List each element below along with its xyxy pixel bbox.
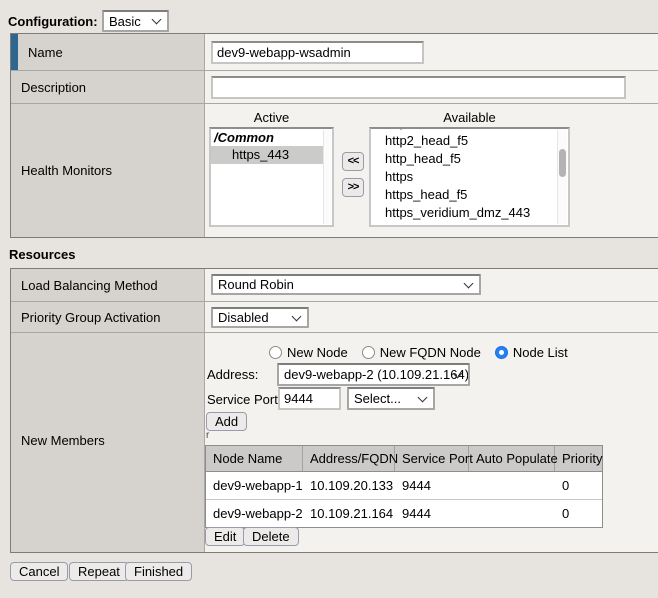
resources-section-title: Resources [9,247,75,262]
move-to-active-button[interactable]: << [342,152,364,171]
cell-node-name: dev9-webapp-2 [206,500,303,527]
cancel-button[interactable]: Cancel [10,562,68,581]
cell-auto-populate [469,472,555,499]
header-node-name: Node Name [206,446,303,471]
members-table-header-row: Node Name Address/FQDN Service Port Auto… [206,446,602,472]
configuration-label: Configuration: [8,14,98,29]
member-row[interactable]: dev9-webapp-1 10.109.20.133 9444 0 [206,472,602,500]
available-monitor-item[interactable]: http2_head_f5 [371,132,568,150]
configuration-select-value: Basic [109,14,141,29]
service-port-label: Service Port: [207,392,281,407]
health-monitors-label: Health Monitors [21,163,112,178]
new-node-radio-label: New Node [287,345,348,360]
priority-group-value-cell: Disabled [205,302,658,332]
name-row-label-cell: Name [11,34,205,70]
name-row: Name [11,34,658,71]
new-node-radio[interactable] [269,346,282,359]
cell-auto-populate [469,500,555,527]
available-monitor-item[interactable]: https [371,168,568,186]
scrollbar-thumb[interactable] [559,149,566,177]
configuration-select[interactable]: Basic [102,10,169,32]
load-balancing-select-value: Round Robin [218,277,294,292]
name-label: Name [28,45,63,60]
service-port-select-value: Select... [354,391,401,406]
description-input[interactable] [211,76,626,99]
new-members-label: New Members [21,433,105,448]
address-select-value: dev9-webapp-2 (10.109.21.164) [284,367,469,382]
active-listbox-scrollbar[interactable] [323,130,331,224]
health-monitors-row-value-cell: Active Available /Common https_443 << >>… [205,104,658,237]
new-members-row: New Members New Node New FQDN Node Node … [11,333,658,552]
cell-node-name: dev9-webapp-1 [206,472,303,499]
address-select[interactable]: dev9-webapp-2 (10.109.21.164) [277,363,470,386]
load-balancing-label-cell: Load Balancing Method [11,269,205,301]
resources-table: Load Balancing Method Round Robin Priori… [10,268,658,553]
chevron-down-icon [464,278,474,288]
priority-group-label-cell: Priority Group Activation [11,302,205,332]
repeat-button[interactable]: Repeat [69,562,129,581]
available-monitor-item[interactable]: https_head_f5 [371,186,568,204]
priority-group-row: Priority Group Activation Disabled [11,302,658,333]
cell-address: 10.109.21.164 [303,500,395,527]
new-fqdn-node-radio[interactable] [362,346,375,359]
members-table: Node Name Address/FQDN Service Port Auto… [205,445,603,528]
chevron-down-icon [292,311,302,321]
priority-group-select-value: Disabled [218,310,269,325]
header-address-fqdn: Address/FQDN [303,446,395,471]
active-monitor-item[interactable]: https_443 [211,146,324,164]
edit-member-button[interactable]: Edit [205,527,245,546]
load-balancing-label: Load Balancing Method [21,278,158,293]
priority-group-select[interactable]: Disabled [211,307,309,328]
name-input[interactable] [211,41,424,64]
chevron-down-icon [152,15,162,25]
member-type-radio-group: New Node New FQDN Node Node List [269,345,568,360]
description-label: Description [21,80,86,95]
available-listbox-scrollbar[interactable] [557,130,567,224]
priority-group-label: Priority Group Activation [21,310,160,325]
header-service-port: Service Port [395,446,469,471]
member-row[interactable]: dev9-webapp-2 10.109.21.164 9444 0 [206,500,602,527]
cell-service-port: 9444 [395,500,469,527]
load-balancing-value-cell: Round Robin [205,269,658,301]
node-list-radio[interactable] [495,346,508,359]
active-monitors-listbox[interactable]: /Common https_443 [209,127,334,227]
available-monitors-listbox[interactable]: http http2_head_f5 http_head_f5 https ht… [369,127,570,227]
address-label: Address: [207,367,258,382]
add-member-button[interactable]: Add [206,412,247,431]
move-to-available-button[interactable]: >> [342,178,364,197]
cell-priority: 0 [555,500,602,527]
cell-priority: 0 [555,472,602,499]
new-members-value-cell: New Node New FQDN Node Node List Address… [205,333,658,552]
service-port-input[interactable] [278,387,341,410]
finished-button[interactable]: Finished [125,562,192,581]
health-monitors-row-label-cell: Health Monitors [11,104,205,237]
service-port-select[interactable]: Select... [347,387,435,410]
configuration-table: Name Description Health Monitors Active … [10,33,658,238]
header-auto-populate: Auto Populate [469,446,555,471]
description-row-label-cell: Description [11,71,205,103]
name-row-value-cell [205,34,658,70]
delete-member-button[interactable]: Delete [243,527,299,546]
active-partition-label: /Common [211,129,332,146]
available-monitor-item[interactable]: http_head_f5 [371,150,568,168]
available-monitor-item[interactable]: https_veridium_dmz_443 [371,204,568,222]
load-balancing-select[interactable]: Round Robin [211,274,481,295]
load-balancing-row: Load Balancing Method Round Robin [11,269,658,302]
active-list-title: Active [209,110,334,125]
description-row-value-cell [205,71,658,103]
stray-text: r [206,430,209,441]
health-monitors-row: Health Monitors Active Available /Common… [11,104,658,237]
cell-address: 10.109.20.133 [303,472,395,499]
header-priority: Priority [555,446,602,471]
new-fqdn-node-radio-label: New FQDN Node [380,345,481,360]
required-accent-bar [11,34,18,70]
chevron-down-icon [418,392,428,402]
cell-service-port: 9444 [395,472,469,499]
available-list-title: Available [369,110,570,125]
description-row: Description [11,71,658,104]
new-members-label-cell: New Members [11,333,205,552]
node-list-radio-label: Node List [513,345,568,360]
